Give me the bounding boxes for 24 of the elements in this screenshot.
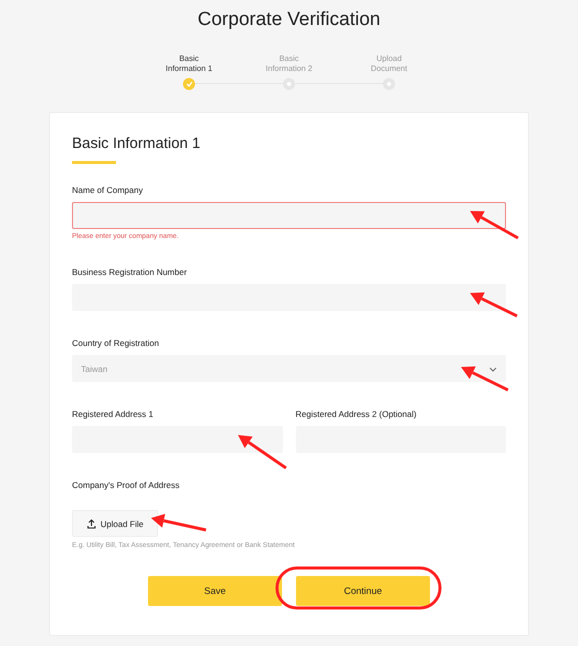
- input-field[interactable]: [72, 202, 506, 229]
- field-label: Company's Proof of Address: [72, 480, 180, 490]
- continue-button[interactable]: Continue: [296, 576, 430, 606]
- save-button[interactable]: Save: [148, 576, 282, 606]
- field-label: Country of Registration: [72, 338, 159, 348]
- selected-value: Taiwan: [81, 364, 108, 374]
- step-label: Basic Information 1: [166, 54, 212, 74]
- field-label: Name of Company: [72, 185, 143, 195]
- field-label: Registered Address 2 (Optional): [296, 409, 416, 419]
- field-label: Business Registration Number: [72, 267, 187, 277]
- chevron-down-icon: [489, 366, 497, 372]
- step-label: Upload Document: [370, 54, 408, 74]
- page-title: Corporate Verification: [198, 8, 380, 32]
- heading-underline: [72, 161, 116, 164]
- upload-file-button[interactable]: Upload File: [72, 510, 158, 537]
- step-label: Basic Information 2: [266, 54, 312, 74]
- upload-icon: [86, 518, 96, 528]
- annotation-arrow: [238, 435, 287, 470]
- annotation-arrow: [470, 211, 519, 240]
- annotation-arrow: [151, 514, 206, 532]
- form-heading: Basic Information 1: [72, 135, 200, 152]
- annotation-arrow: [470, 292, 518, 318]
- field-label: Registered Address 1: [72, 409, 154, 419]
- annotation-arrow: [461, 366, 509, 392]
